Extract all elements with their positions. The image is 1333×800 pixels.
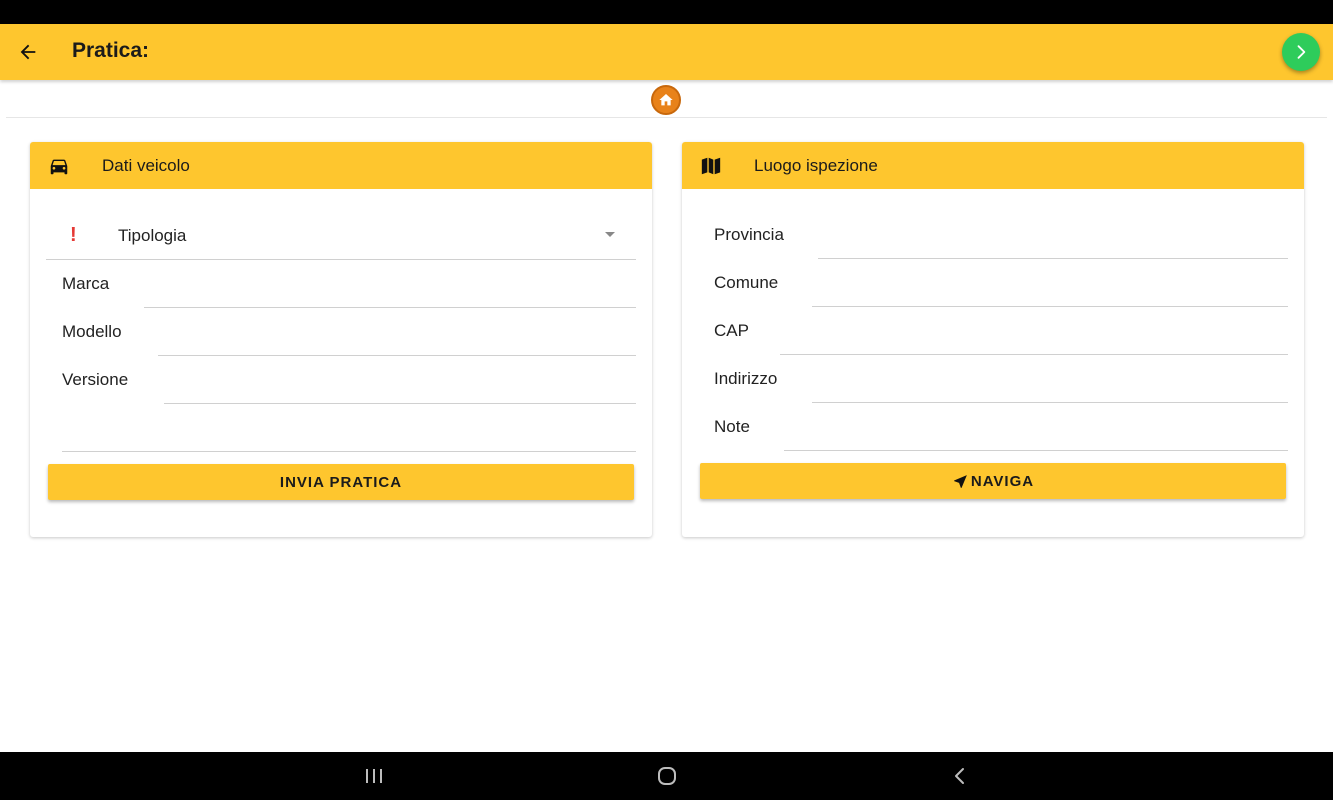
exclamation-icon: ! (70, 224, 77, 246)
address-input[interactable] (812, 365, 1292, 403)
vehicle-card-header: Dati veicolo (30, 142, 652, 189)
divider (6, 117, 1327, 118)
model-input[interactable] (158, 318, 640, 356)
type-select-label: Tipologia (118, 226, 187, 245)
type-select[interactable]: ! Tipologia (46, 212, 636, 260)
navigate-button[interactable]: NAVIGA (700, 463, 1286, 499)
model-label: Modello (62, 322, 122, 341)
field-underline (62, 451, 636, 452)
recents-button[interactable] (354, 762, 394, 790)
navigation-arrow-icon (954, 474, 967, 488)
home-icon (659, 94, 673, 106)
field-underline (812, 402, 1288, 403)
status-bar (0, 0, 1333, 24)
back-button[interactable] (12, 36, 44, 68)
map-icon (701, 157, 721, 175)
notes-input[interactable] (784, 413, 1292, 451)
location-card-header: Luogo ispezione (682, 142, 1304, 189)
arrow-left-icon (20, 44, 36, 60)
caret-down-icon (605, 232, 615, 237)
brand-input[interactable] (144, 270, 640, 308)
vehicle-card: Dati veicolo ! Tipologia Marca Modello V… (30, 142, 652, 537)
car-icon (50, 159, 68, 175)
field-underline (46, 259, 636, 260)
field-underline (158, 355, 636, 356)
municipality-input[interactable] (812, 269, 1292, 307)
field-underline (812, 306, 1288, 307)
submit-practice-label: INVIA PRATICA (279, 473, 403, 491)
home-button[interactable] (651, 85, 681, 115)
vehicle-card-title: Dati veicolo (102, 156, 190, 175)
location-card: Luogo ispezione Provincia Comune CAP Ind… (682, 142, 1304, 537)
field-underline (164, 403, 636, 404)
system-back-button[interactable] (940, 762, 980, 790)
system-nav-bar (0, 752, 1333, 800)
municipality-label: Comune (714, 273, 779, 292)
address-label: Indirizzo (714, 369, 778, 388)
chevron-right-icon (1297, 45, 1306, 59)
app-bar: Pratica: (0, 24, 1333, 80)
field-underline (784, 450, 1288, 451)
province-label: Provincia (714, 225, 784, 244)
recents-icon (366, 769, 382, 783)
province-input[interactable] (818, 221, 1292, 259)
extra-input[interactable] (62, 414, 640, 452)
next-button[interactable] (1282, 33, 1320, 71)
version-label: Versione (62, 370, 129, 389)
field-underline (780, 354, 1288, 355)
field-underline (818, 258, 1288, 259)
submit-practice-button[interactable]: INVIA PRATICA (48, 464, 634, 500)
system-home-button[interactable] (647, 762, 687, 790)
home-row (0, 80, 1333, 118)
notes-label: Note (714, 417, 750, 436)
version-input[interactable] (164, 366, 640, 404)
zip-label: CAP (714, 321, 749, 340)
brand-label: Marca (62, 274, 110, 293)
circle-home-icon (658, 767, 676, 785)
chevron-left-icon (955, 768, 964, 784)
location-card-title: Luogo ispezione (754, 156, 878, 175)
navigate-label: NAVIGA (970, 472, 1035, 490)
zip-input[interactable] (780, 317, 1292, 355)
field-underline (144, 307, 636, 308)
page-title: Pratica: (72, 39, 150, 62)
